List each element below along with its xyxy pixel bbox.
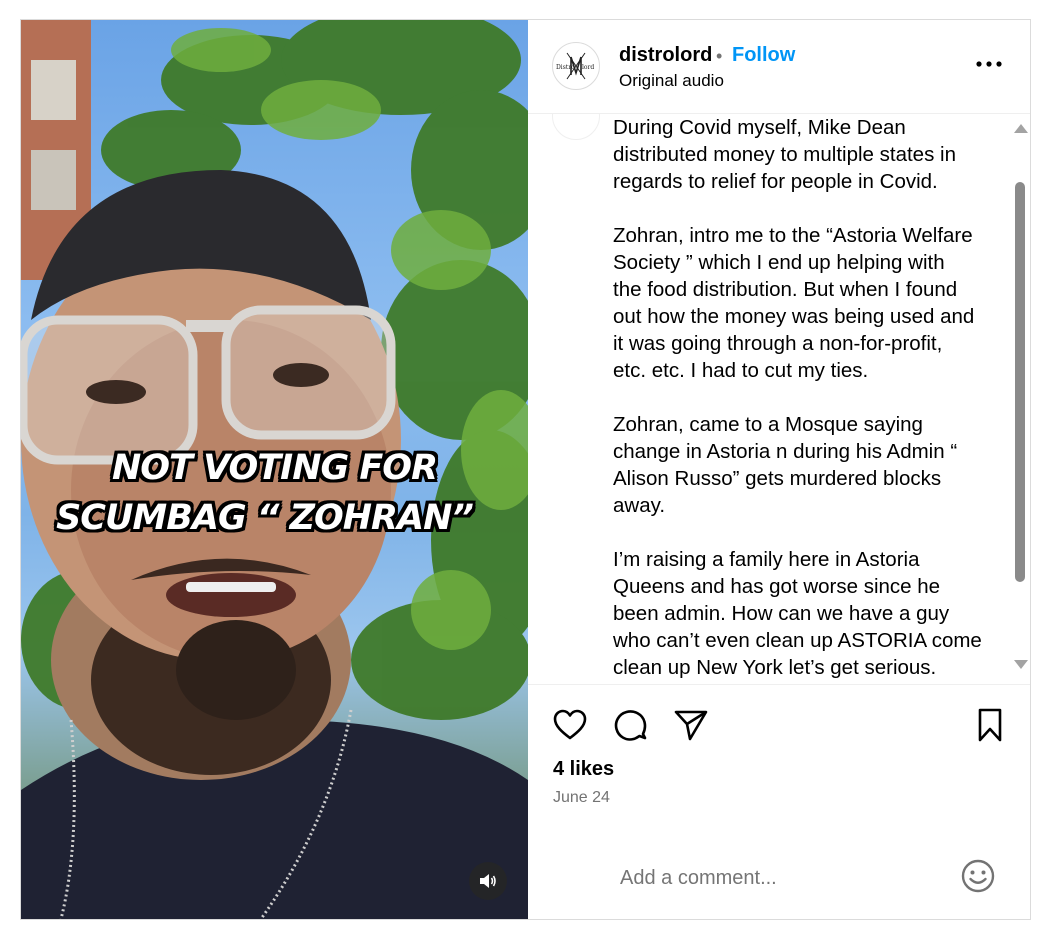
caption-author-avatar[interactable] bbox=[552, 114, 600, 140]
bookmark-icon[interactable] bbox=[972, 707, 1008, 743]
sound-toggle-button[interactable] bbox=[469, 862, 507, 900]
video-caption-line-1: NOT VOTING FOR bbox=[111, 448, 438, 488]
svg-text:Distro: Distro bbox=[556, 64, 575, 71]
scroll-down-arrow-icon[interactable] bbox=[1014, 660, 1028, 669]
comment-input[interactable] bbox=[620, 864, 940, 892]
comment-icon[interactable] bbox=[612, 707, 648, 743]
follow-button[interactable]: Follow bbox=[732, 44, 795, 67]
scrollbar[interactable] bbox=[1012, 120, 1028, 680]
distrolord-logo-icon: Distro lord bbox=[556, 52, 594, 80]
video-player[interactable]: NOT VOTING FOR SCUMBAG “ ZOHRAN” bbox=[21, 20, 528, 919]
emoji-icon[interactable] bbox=[960, 858, 996, 894]
post-side-panel: Distro lord distrolord • Follow Original… bbox=[528, 20, 1030, 919]
add-comment-bar bbox=[528, 834, 1030, 919]
audio-link[interactable]: Original audio bbox=[619, 71, 724, 91]
username-link[interactable]: distrolord bbox=[619, 44, 712, 67]
post-date[interactable]: June 24 bbox=[553, 789, 610, 807]
video-caption-line-2: SCUMBAG “ ZOHRAN” bbox=[56, 498, 474, 538]
scroll-up-arrow-icon[interactable] bbox=[1014, 124, 1028, 133]
more-horizontal-icon[interactable] bbox=[974, 54, 1004, 74]
post-header: Distro lord distrolord • Follow Original… bbox=[528, 20, 1030, 114]
send-icon[interactable] bbox=[673, 707, 709, 743]
heart-icon[interactable] bbox=[552, 707, 588, 743]
svg-text:lord: lord bbox=[582, 64, 594, 71]
caption-text: During Covid myself, Mike Dean distribut… bbox=[613, 116, 982, 679]
scrollbar-thumb[interactable] bbox=[1015, 182, 1025, 582]
post-actions: 4 likes June 24 bbox=[528, 684, 1030, 834]
comments-scroll-area[interactable]: During Covid myself, Mike Dean distribut… bbox=[528, 114, 1030, 684]
post-dialog: NOT VOTING FOR SCUMBAG “ ZOHRAN” Distro … bbox=[20, 19, 1031, 920]
profile-avatar[interactable]: Distro lord bbox=[552, 42, 600, 90]
speaker-icon bbox=[480, 874, 496, 888]
likes-count[interactable]: 4 likes bbox=[553, 758, 614, 781]
header-separator: • bbox=[716, 46, 723, 66]
